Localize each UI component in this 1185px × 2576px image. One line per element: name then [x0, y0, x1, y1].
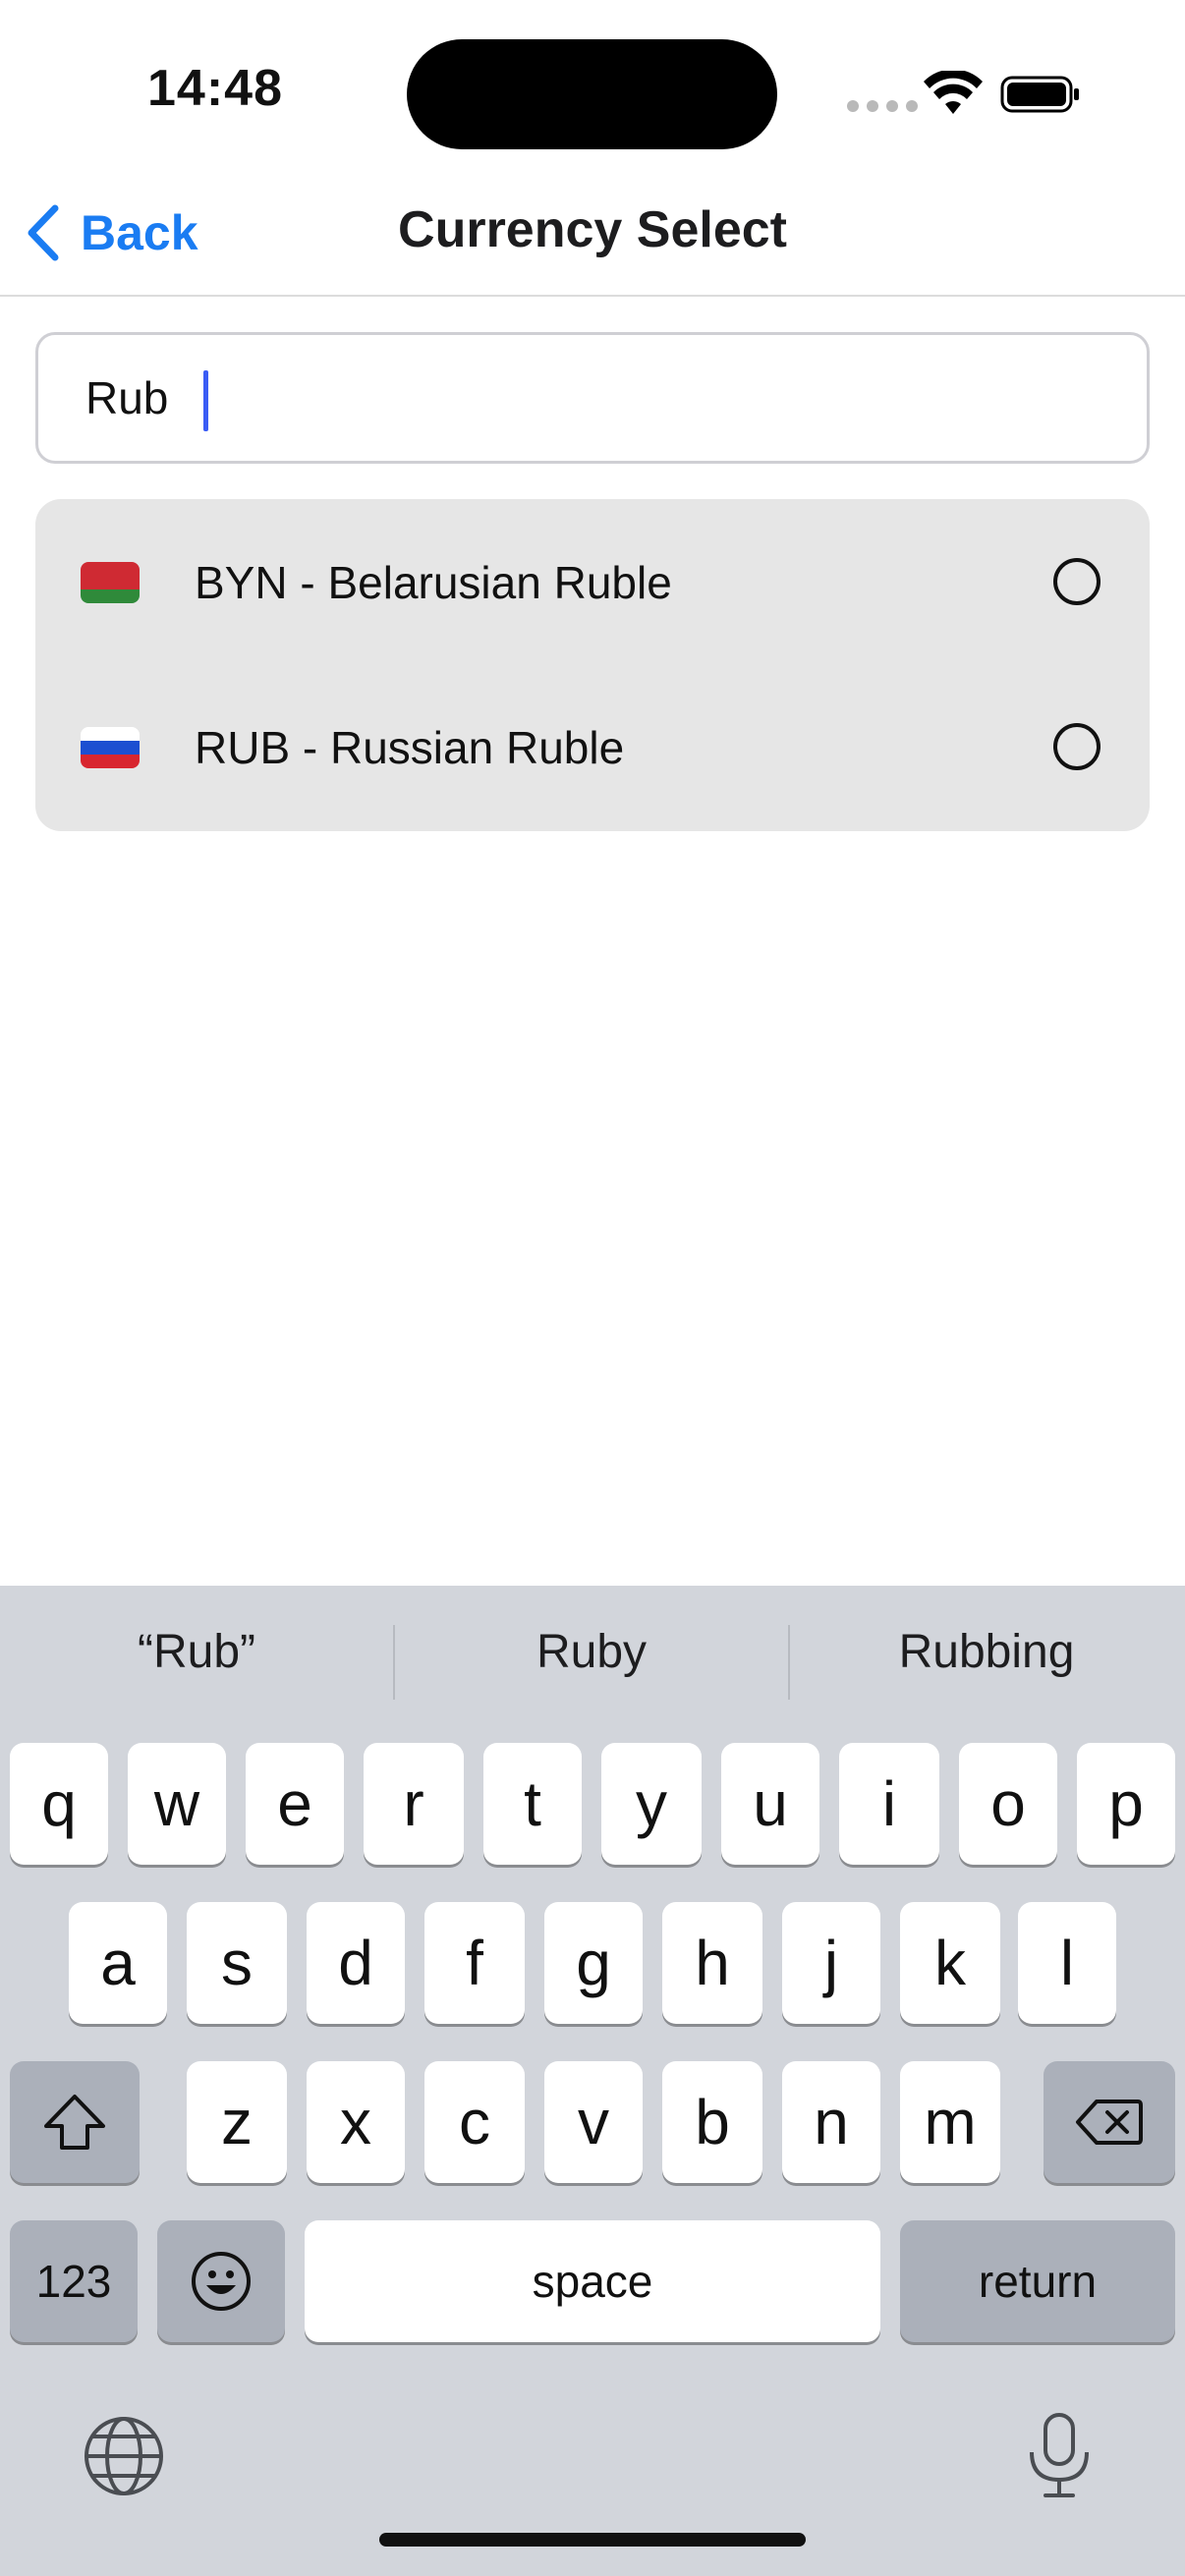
onscreen-keyboard: “Rub” Ruby Rubbing q w e r t y u i o p a… — [0, 1586, 1185, 2576]
key-u[interactable]: u — [721, 1743, 819, 1865]
key-p[interactable]: p — [1077, 1743, 1175, 1865]
key-n[interactable]: n — [782, 2061, 880, 2183]
currency-row-rub[interactable]: RUB - Russian Ruble — [35, 664, 1150, 829]
currency-row-byn[interactable]: BYN - Belarusian Ruble — [35, 499, 1150, 664]
shift-key[interactable] — [10, 2061, 140, 2183]
currency-row-label: BYN - Belarusian Ruble — [195, 557, 672, 608]
delete-key[interactable] — [1044, 2061, 1175, 2183]
space-key[interactable]: space — [305, 2220, 880, 2342]
globe-icon[interactable] — [83, 2415, 165, 2497]
key-j[interactable]: j — [782, 1902, 880, 2024]
search-field[interactable] — [35, 332, 1150, 464]
key-r[interactable]: r — [364, 1743, 464, 1865]
russia-flag-icon — [81, 727, 140, 768]
key-l[interactable]: l — [1018, 1902, 1116, 2024]
predictive-suggestions-bar: “Rub” Ruby Rubbing — [0, 1586, 1185, 1733]
key-w[interactable]: w — [128, 1743, 226, 1865]
currency-results-list: BYN - Belarusian Ruble RUB - Russian Rub… — [35, 499, 1150, 831]
currency-row-label: RUB - Russian Ruble — [195, 722, 625, 773]
radio-button-unselected[interactable] — [1053, 558, 1100, 605]
key-c[interactable]: c — [424, 2061, 525, 2183]
status-time: 14:48 — [147, 60, 283, 117]
cellular-signal-icon — [847, 100, 918, 112]
key-o[interactable]: o — [959, 1743, 1057, 1865]
navigation-bar: Back Currency Select — [0, 177, 1185, 297]
battery-icon — [1000, 76, 1079, 113]
page-title: Currency Select — [398, 201, 787, 258]
home-indicator[interactable] — [379, 2533, 806, 2547]
suggestion-literal[interactable]: “Rub” — [0, 1625, 393, 1679]
key-z[interactable]: z — [187, 2061, 287, 2183]
status-bar: 14:48 — [0, 0, 1185, 177]
key-x[interactable]: x — [307, 2061, 405, 2183]
currency-select-screen: 14:48 Back Currency Select Rub BYN - Bel… — [0, 0, 1185, 2576]
key-y[interactable]: y — [601, 1743, 702, 1865]
key-v[interactable]: v — [544, 2061, 643, 2183]
key-e[interactable]: e — [246, 1743, 344, 1865]
backspace-icon — [1076, 2100, 1143, 2145]
suggestion-rubbing[interactable]: Rubbing — [790, 1625, 1183, 1679]
wifi-icon — [924, 71, 983, 114]
emoji-key[interactable] — [157, 2220, 285, 2342]
shift-arrow-icon — [44, 2095, 105, 2150]
key-a[interactable]: a — [69, 1902, 167, 2024]
key-t[interactable]: t — [483, 1743, 582, 1865]
key-m[interactable]: m — [900, 2061, 1000, 2183]
return-key[interactable]: return — [900, 2220, 1175, 2342]
dynamic-island — [407, 39, 777, 149]
key-h[interactable]: h — [662, 1902, 762, 2024]
suggestion-ruby[interactable]: Ruby — [395, 1625, 788, 1679]
text-caret — [203, 370, 208, 431]
key-f[interactable]: f — [424, 1902, 525, 2024]
key-i[interactable]: i — [839, 1743, 939, 1865]
key-q[interactable]: q — [10, 1743, 108, 1865]
key-b[interactable]: b — [662, 2061, 762, 2183]
microphone-icon[interactable] — [1024, 2411, 1095, 2501]
key-d[interactable]: d — [307, 1902, 405, 2024]
key-g[interactable]: g — [544, 1902, 643, 2024]
radio-button-unselected[interactable] — [1053, 723, 1100, 770]
numbers-key[interactable]: 123 — [10, 2220, 138, 2342]
emoji-smiley-icon — [192, 2252, 251, 2311]
key-k[interactable]: k — [900, 1902, 1000, 2024]
key-s[interactable]: s — [187, 1902, 287, 2024]
belarus-flag-icon — [81, 562, 140, 603]
